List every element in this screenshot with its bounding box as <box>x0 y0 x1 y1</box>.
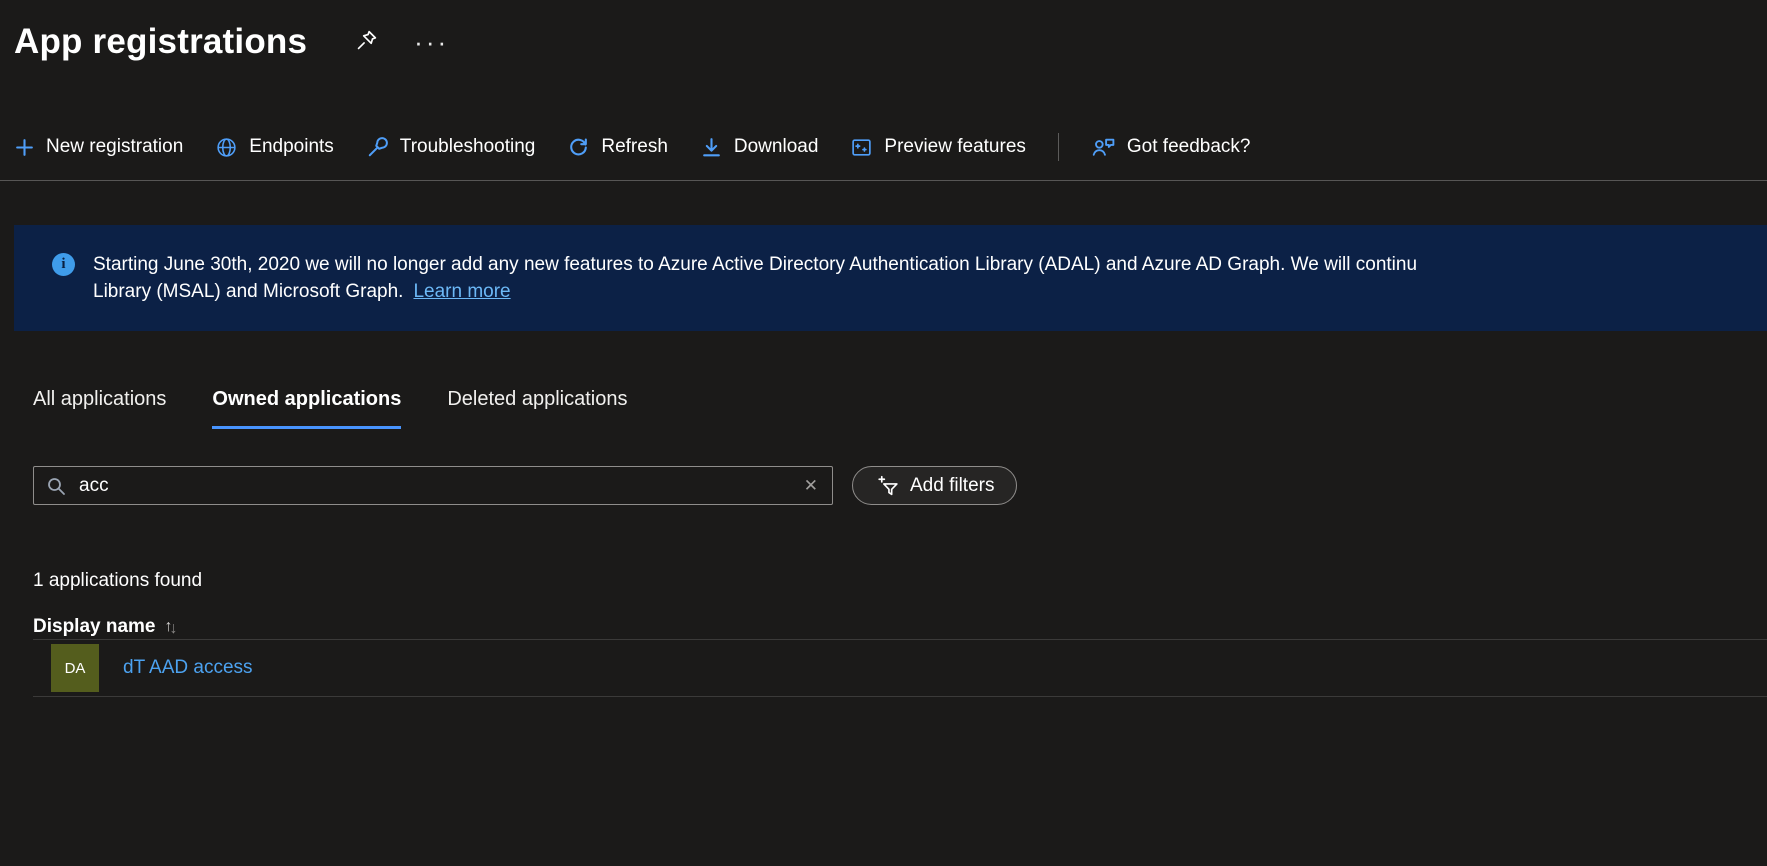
feedback-icon <box>1091 136 1116 159</box>
sort-icon: ↑↓ <box>165 615 178 639</box>
tab-deleted-applications[interactable]: Deleted applications <box>447 387 627 429</box>
troubleshooting-label: Troubleshooting <box>400 136 536 158</box>
got-feedback-button[interactable]: Got feedback? <box>1091 136 1251 159</box>
app-avatar: DA <box>51 644 99 692</box>
app-display-name-link[interactable]: dT AAD access <box>123 657 253 679</box>
troubleshooting-button[interactable]: Troubleshooting <box>366 136 536 159</box>
learn-more-link[interactable]: Learn more <box>413 281 510 302</box>
wrench-icon <box>366 136 389 159</box>
refresh-icon <box>567 136 590 159</box>
refresh-label: Refresh <box>601 136 668 158</box>
search-input[interactable] <box>77 474 791 498</box>
ellipsis-icon: ··· <box>414 29 449 55</box>
pin-icon <box>355 29 378 55</box>
add-filters-button[interactable]: Add filters <box>852 466 1017 505</box>
refresh-button[interactable]: Refresh <box>567 136 668 159</box>
search-icon <box>46 476 66 496</box>
endpoints-label: Endpoints <box>249 136 334 158</box>
download-button[interactable]: Download <box>700 136 819 159</box>
info-icon: i <box>52 253 75 276</box>
column-header-label: Display name <box>33 615 156 639</box>
toolbar-divider <box>1058 133 1059 161</box>
filter-row: ✕ Add filters <box>33 466 1767 505</box>
toolbar-rule <box>0 180 1767 181</box>
page-title: App registrations <box>14 22 307 62</box>
new-registration-button[interactable]: New registration <box>14 136 183 158</box>
results-count: 1 applications found <box>33 569 1767 593</box>
preview-features-icon <box>850 136 873 159</box>
banner-line-2: Library (MSAL) and Microsoft Graph. Learn… <box>93 278 1417 305</box>
download-icon <box>700 136 723 159</box>
search-box: ✕ <box>33 466 833 505</box>
pin-button[interactable] <box>351 25 382 59</box>
globe-icon <box>215 136 238 159</box>
add-filters-label: Add filters <box>910 475 994 497</box>
table-row[interactable]: DA dT AAD access <box>33 640 1767 697</box>
applications-list: DA dT AAD access <box>33 639 1767 697</box>
download-label: Download <box>734 136 819 158</box>
preview-features-label: Preview features <box>884 136 1026 158</box>
info-banner: i Starting June 30th, 2020 we will no lo… <box>14 225 1767 331</box>
got-feedback-label: Got feedback? <box>1127 136 1251 158</box>
preview-features-button[interactable]: Preview features <box>850 136 1026 159</box>
banner-text: Starting June 30th, 2020 we will no long… <box>93 251 1417 305</box>
command-bar: New registration Endpoints Troubleshooti… <box>0 134 1767 160</box>
banner-line-1: Starting June 30th, 2020 we will no long… <box>93 251 1417 278</box>
app-registrations-page: App registrations ··· New registration <box>0 0 1767 866</box>
column-header-display-name[interactable]: Display name ↑↓ <box>33 615 178 639</box>
endpoints-button[interactable]: Endpoints <box>215 136 334 159</box>
new-registration-label: New registration <box>46 136 183 158</box>
tab-owned-applications[interactable]: Owned applications <box>212 387 401 429</box>
clear-search-button[interactable]: ✕ <box>802 475 820 496</box>
plus-icon <box>14 137 35 158</box>
filter-plus-icon <box>875 474 900 497</box>
page-header: App registrations ··· <box>0 0 1767 64</box>
application-tabs: All applications Owned applications Dele… <box>33 387 1767 429</box>
close-icon: ✕ <box>804 476 818 495</box>
tab-all-applications[interactable]: All applications <box>33 387 166 429</box>
more-options-button[interactable]: ··· <box>410 25 453 59</box>
banner-line-2-text: Library (MSAL) and Microsoft Graph. <box>93 281 403 302</box>
